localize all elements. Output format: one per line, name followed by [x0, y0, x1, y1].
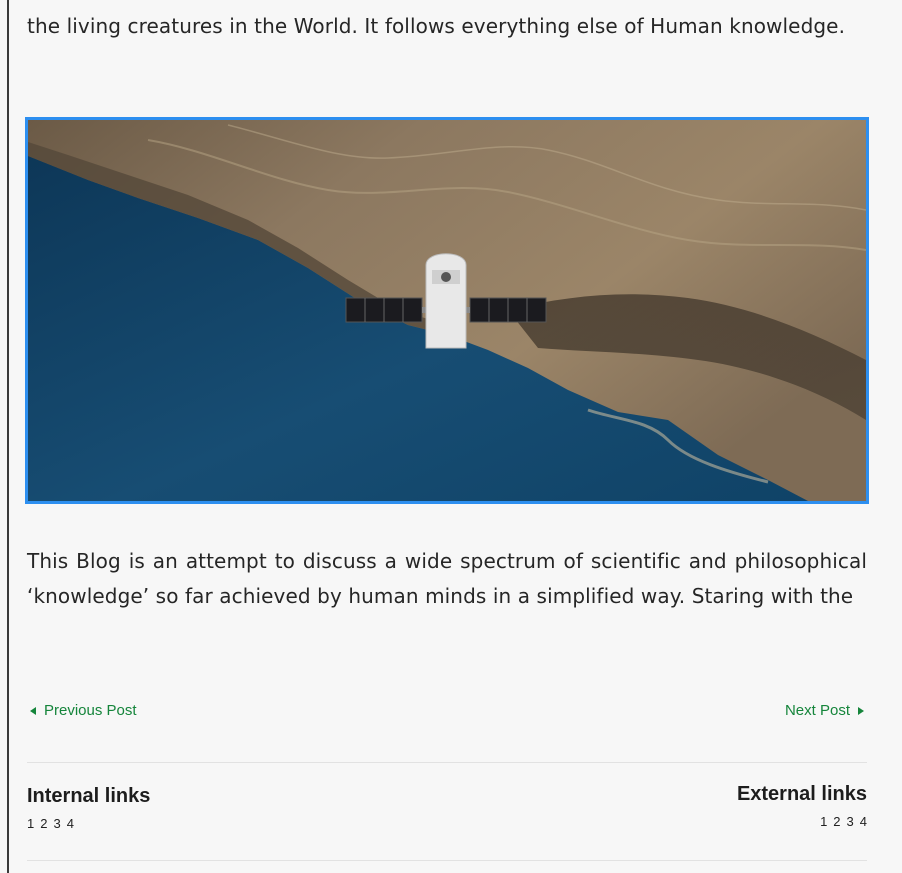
- internal-link-1[interactable]: 1: [27, 816, 34, 831]
- triangle-right-icon: [858, 706, 864, 715]
- page-left-border: [7, 0, 9, 873]
- external-links-list: 1 2 3 4: [737, 814, 867, 829]
- previous-post-link[interactable]: Previous Post: [30, 702, 137, 719]
- previous-post-label: Previous Post: [44, 702, 137, 719]
- post-navigation: Previous Post Next Post: [27, 702, 867, 726]
- internal-links-section: Internal links 1 2 3 4: [27, 778, 150, 831]
- internal-links-list: 1 2 3 4: [27, 816, 150, 831]
- external-links-heading: External links: [736, 783, 867, 805]
- article-body-paragraph: This Blog is an attempt to discuss a wid…: [27, 549, 867, 608]
- external-link-2[interactable]: 2: [833, 814, 840, 829]
- section-divider-bottom: [27, 860, 867, 861]
- next-post-link[interactable]: Next Post: [785, 702, 864, 719]
- external-link-3[interactable]: 3: [847, 814, 854, 829]
- article-intro-paragraph: the living creatures in the World. It fo…: [27, 14, 846, 38]
- section-divider: [27, 762, 867, 763]
- triangle-left-icon: [30, 706, 36, 715]
- article-image: [25, 117, 869, 504]
- internal-link-2[interactable]: 2: [40, 816, 47, 831]
- external-link-4[interactable]: 4: [860, 814, 867, 829]
- external-links-section: External links 1 2 3 4: [737, 778, 867, 829]
- internal-link-4[interactable]: 4: [67, 816, 74, 831]
- satellite-over-earth-image: [28, 120, 866, 501]
- internal-link-3[interactable]: 3: [53, 816, 60, 831]
- internal-links-heading: Internal links: [27, 785, 151, 807]
- next-post-label: Next Post: [784, 702, 850, 719]
- external-link-1[interactable]: 1: [820, 814, 827, 829]
